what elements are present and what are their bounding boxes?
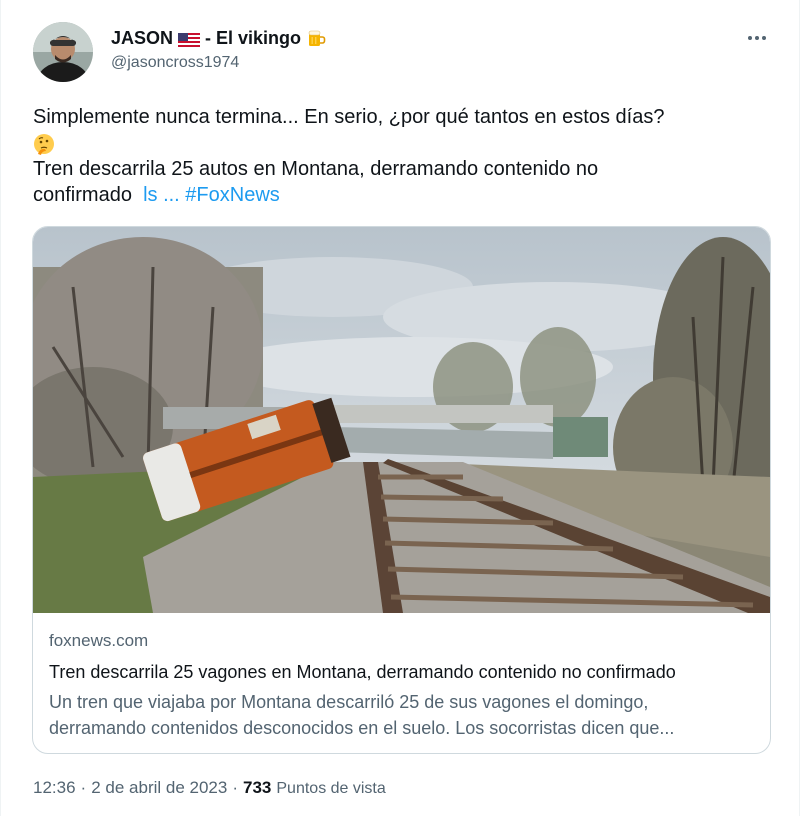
tweet-line-4: confirmado: [33, 184, 132, 206]
views-label: Puntos de vista: [276, 780, 386, 797]
tweet-meta: 12:36 · 2 de abril de 2023 · 733 Puntos …: [33, 778, 386, 798]
card-description-line-1: Un tren que viajaba por Montana descarri…: [49, 692, 649, 712]
views-count: 733: [243, 778, 272, 797]
card-domain: foxnews.com: [49, 631, 149, 650]
author-name-row[interactable]: JASON - El vikingo: [111, 26, 326, 50]
tweet-truncated-link[interactable]: ls ...: [143, 184, 180, 206]
meta-separator: ·: [232, 778, 238, 797]
author-handle[interactable]: @jasoncross1974: [111, 54, 239, 72]
tweet-date[interactable]: 2 de abril de 2023: [91, 778, 227, 798]
tweet-line-1: Simplemente nunca termina... En serio, ¿…: [33, 106, 665, 128]
tweet-text: Simplemente nunca termina... En serio, ¿…: [33, 104, 773, 208]
beer-mug-icon: [306, 28, 326, 48]
tweet-time[interactable]: 12:36: [33, 778, 76, 798]
thinking-face-icon: [33, 133, 55, 155]
meta-separator: ·: [80, 778, 87, 797]
link-card[interactable]: foxnews.com Tren descarrila 25 vagones e…: [32, 226, 771, 754]
tweet-line-3: Tren descarrila 25 autos en Montana, der…: [33, 158, 599, 180]
author-name[interactable]: JASON: [111, 28, 173, 49]
tweet: JASON - El vikingo @jasoncross1974 Simpl…: [0, 0, 800, 816]
card-description-line-2: derramando contenidos desconocidos en el…: [49, 718, 675, 738]
author-name-suffix[interactable]: - El vikingo: [205, 28, 301, 49]
hashtag-link[interactable]: #FoxNews: [185, 184, 279, 206]
avatar[interactable]: [33, 22, 93, 82]
card-image[interactable]: [33, 227, 770, 613]
more-options-icon[interactable]: [745, 26, 769, 50]
card-title: Tren descarrila 25 vagones en Montana, d…: [49, 662, 676, 682]
us-flag-icon: [178, 31, 201, 47]
